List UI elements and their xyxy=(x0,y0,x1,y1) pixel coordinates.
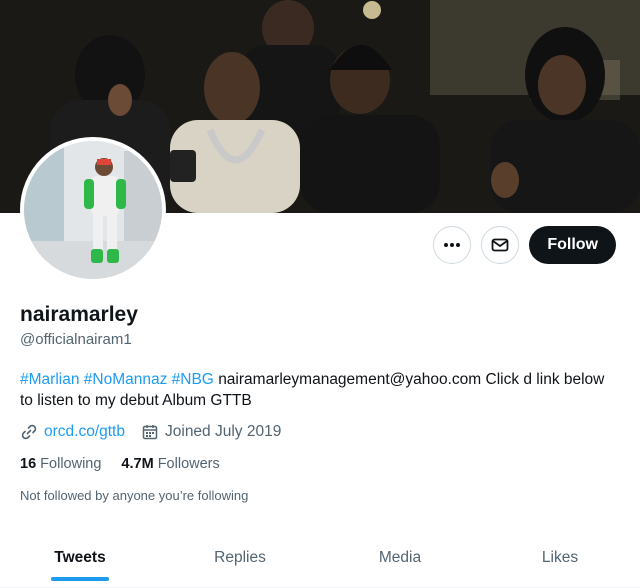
profile-meta: orcd.co/gttb Joined July 2019 xyxy=(20,423,281,441)
link-icon xyxy=(21,424,37,440)
tab-likes[interactable]: Likes xyxy=(480,528,640,587)
more-icon xyxy=(444,243,461,247)
avatar-photo xyxy=(24,141,162,279)
hashtag-link[interactable]: #NoMannaz xyxy=(84,371,168,388)
follow-button[interactable]: Follow xyxy=(529,226,616,264)
more-button[interactable] xyxy=(433,226,472,264)
display-name: nairamarley xyxy=(20,303,138,326)
tab-replies[interactable]: Replies xyxy=(160,528,320,587)
joined-date: Joined July 2019 xyxy=(165,423,282,440)
hashtag-link[interactable]: #Marlian xyxy=(20,371,79,388)
tab-label: Replies xyxy=(214,548,266,566)
tab-label: Likes xyxy=(541,548,579,566)
tab-media[interactable]: Media xyxy=(320,528,480,587)
tab-label: Tweets xyxy=(54,548,106,566)
followers-count: 4.7M xyxy=(121,456,154,472)
tab-label: Media xyxy=(378,548,422,566)
hashtag-link[interactable]: #NBG xyxy=(172,371,214,388)
not-followed-note: Not followed by anyone you’re following xyxy=(20,488,249,503)
followers-label: Followers xyxy=(157,456,220,472)
following-label: Following xyxy=(40,456,102,472)
user-handle: @officialnairam1 xyxy=(20,331,132,348)
avatar[interactable] xyxy=(20,137,166,283)
follow-stats: 16 Following 4.7M Followers xyxy=(20,456,220,472)
calendar-icon xyxy=(142,425,158,440)
tab-tweets[interactable]: Tweets xyxy=(0,528,160,587)
profile-tabs: Tweets Replies Media Likes xyxy=(0,528,640,588)
envelope-icon xyxy=(491,238,509,252)
profile-website-link[interactable]: orcd.co/gttb xyxy=(44,423,125,441)
message-button[interactable] xyxy=(481,226,520,264)
joined-item: Joined July 2019 xyxy=(141,423,281,441)
followers-stat[interactable]: 4.7M Followers xyxy=(121,456,219,472)
following-count: 16 xyxy=(20,456,37,472)
active-tab-indicator xyxy=(51,577,109,581)
profile-actions: Follow xyxy=(433,226,616,264)
following-stat[interactable]: 16 Following xyxy=(20,456,101,472)
profile-bio: #Marlian #NoMannaz #NBG nairamarleymanag… xyxy=(20,369,620,411)
profile-link-item: orcd.co/gttb xyxy=(20,423,125,441)
